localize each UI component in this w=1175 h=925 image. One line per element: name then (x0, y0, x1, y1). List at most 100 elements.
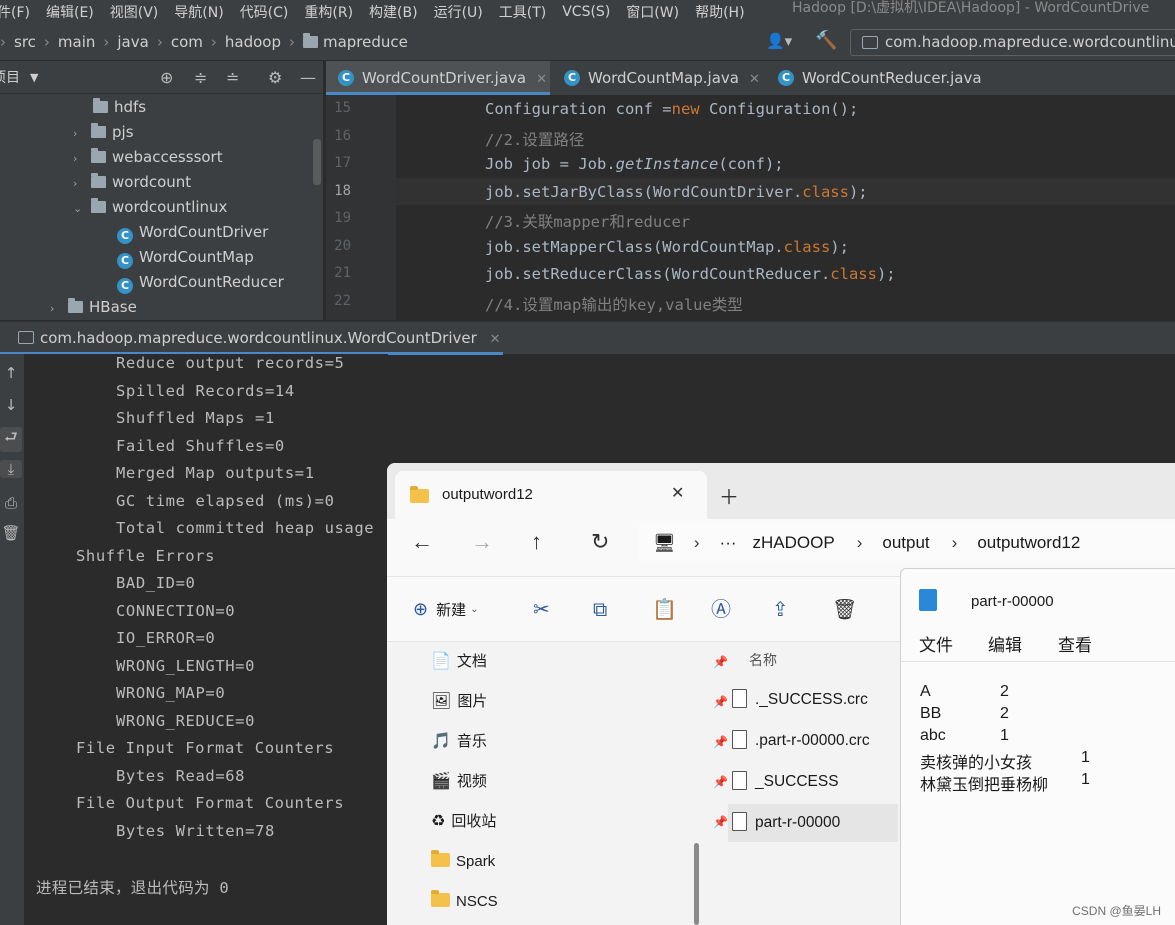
close-icon[interactable]: ✕ (671, 483, 684, 503)
new-button[interactable]: ⊕ 新建 ⌄ (413, 599, 479, 620)
minimize-icon[interactable]: — (300, 68, 316, 87)
breadcrumb-item[interactable]: mapreduce (323, 33, 408, 51)
code-editor[interactable]: 15 16 17 18 19 20 21 22 Configuration co… (326, 95, 1175, 320)
menu-item[interactable]: 帮助(H) (695, 2, 744, 22)
menu-item[interactable]: 视图(V) (110, 2, 159, 22)
chevron-icon[interactable]: › (50, 296, 62, 321)
new-tab-icon[interactable]: ＋ (719, 481, 739, 510)
menu-item[interactable]: 工具(T) (499, 2, 546, 22)
menu-item[interactable]: 编辑(E) (46, 2, 94, 22)
tree-item[interactable]: › pjs (73, 120, 134, 145)
file-item[interactable]: part-r-00000 (728, 804, 898, 842)
sidebar-item[interactable]: NSCS (431, 882, 498, 922)
menu-item[interactable]: 件(F) (0, 2, 30, 22)
close-icon[interactable]: ✕ (490, 332, 501, 347)
user-icon[interactable]: 👤▾ (766, 32, 792, 50)
print-icon[interactable]: ⎙ (0, 494, 22, 512)
menu-item[interactable]: VCS(S) (562, 4, 610, 20)
path-segment[interactable]: output (882, 533, 929, 553)
menu-item[interactable]: 窗口(W) (626, 2, 679, 22)
pin-icon[interactable]: 📌 (713, 722, 728, 762)
menu-item[interactable]: 运行(U) (434, 2, 483, 22)
sidebar-scrollbar[interactable] (694, 843, 699, 925)
column-header-name[interactable]: 名称 (749, 650, 777, 670)
paste-icon[interactable]: 📋 (652, 599, 677, 621)
tab-wordcountreducer[interactable]: C WordCountReducer.java (766, 61, 1006, 95)
tree-item[interactable]: hdfs (93, 95, 146, 120)
breadcrumb-item[interactable]: hadoop (225, 33, 281, 51)
menu-file[interactable]: 文件 (919, 631, 953, 656)
cut-icon[interactable]: ✂ (533, 599, 550, 621)
tree-item[interactable]: C WordCountMap (117, 245, 254, 270)
sidebar-item[interactable]: 🎵 音乐 📌 (431, 722, 728, 762)
menu-item[interactable]: 代码(C) (240, 2, 289, 22)
up-icon[interactable]: ↑ (531, 531, 542, 553)
run-configuration-selector[interactable]: com.hadoop.mapreduce.wordcountlinux (850, 29, 1175, 56)
arrow-down-icon[interactable]: ↓ (0, 396, 22, 414)
tree-item-label: wordcountlinux (112, 198, 228, 216)
file-item[interactable]: _SUCCESS (732, 763, 839, 801)
locate-icon[interactable]: ⊕ (160, 68, 173, 87)
tree-item[interactable]: › HBase (50, 295, 137, 320)
gear-icon[interactable]: ⚙ (268, 68, 282, 87)
line-number: 18 (334, 183, 351, 199)
arrow-up-icon[interactable]: ↑ (0, 364, 22, 382)
sidebar-item[interactable]: 📄 文档 📌 (431, 642, 728, 682)
back-icon[interactable]: ← (411, 531, 433, 553)
project-view-label[interactable]: 项目 (0, 67, 20, 87)
explorer-tab[interactable]: outputword12 ✕ (395, 471, 707, 519)
project-scrollbar[interactable] (313, 139, 321, 185)
pin-icon[interactable]: 📌 (713, 642, 728, 682)
tree-item[interactable]: › wordcount (73, 170, 191, 195)
tab-run-wordcountdriver[interactable]: com.hadoop.mapreduce.wordcountlinux.Word… (0, 322, 503, 355)
chevron-icon[interactable]: › (73, 146, 85, 171)
breadcrumb-item[interactable]: com (171, 33, 203, 51)
pin-icon[interactable]: 📌 (713, 802, 728, 842)
refresh-icon[interactable]: ↻ (591, 531, 609, 553)
trash-icon[interactable]: 🗑 (0, 524, 22, 542)
path-segment[interactable]: ··· (720, 533, 737, 553)
delete-icon[interactable]: 🗑 (832, 599, 857, 621)
path-segment[interactable]: zHADOOP (753, 533, 835, 553)
tab-wordcountmap[interactable]: C WordCountMap.java ✕ (552, 61, 764, 95)
copy-icon[interactable]: ⧉ (593, 599, 607, 621)
build-hammer-icon[interactable]: 🔨 (815, 32, 837, 50)
close-icon[interactable]: ✕ (749, 72, 760, 87)
sidebar-item[interactable]: 🖼 图片 📌 (431, 682, 728, 722)
file-item[interactable]: ._SUCCESS.crc (732, 681, 868, 719)
console-output[interactable]: Reduce output records=5 Spilled Records=1… (24, 354, 388, 925)
tab-wordcountdriver[interactable]: C WordCountDriver.java ✕ (326, 61, 550, 95)
address-bar[interactable]: 🖥 › ··· zHADOOP › output › outputword12 (639, 523, 1175, 563)
scroll-to-end-icon[interactable]: ⤓ (0, 460, 22, 478)
path-segment[interactable]: outputword12 (977, 533, 1080, 553)
tree-item[interactable]: C WordCountDriver (117, 220, 268, 245)
breadcrumb-item[interactable]: main (58, 33, 95, 51)
sidebar-item[interactable]: 🎬 视频 📌 (431, 762, 728, 802)
sidebar-item[interactable]: ♻ 回收站 📌 (431, 802, 728, 842)
menu-item[interactable]: 重构(R) (304, 2, 353, 22)
breadcrumb-item[interactable]: src (14, 33, 36, 51)
pin-icon[interactable]: 📌 (713, 762, 728, 802)
menu-edit[interactable]: 编辑 (988, 631, 1022, 656)
tree-item[interactable]: ⌄ wordcountlinux (73, 195, 227, 220)
menu-view[interactable]: 查看 (1058, 631, 1092, 656)
soft-wrap-icon[interactable]: ⮐ (0, 427, 22, 452)
pin-icon[interactable]: 📌 (713, 682, 728, 722)
menu-item[interactable]: 导航(N) (174, 2, 223, 22)
expand-all-icon[interactable]: ≑ (194, 68, 207, 87)
sidebar-item[interactable]: Spark (431, 842, 495, 882)
breadcrumb-item[interactable]: java (117, 33, 148, 51)
close-icon[interactable]: ✕ (536, 72, 547, 87)
chevron-icon[interactable]: › (73, 121, 85, 146)
forward-icon[interactable]: → (471, 531, 493, 553)
file-item[interactable]: .part-r-00000.crc (732, 722, 870, 760)
chevron-down-icon[interactable]: ▼ (30, 71, 38, 84)
tree-item[interactable]: › webaccesssort (73, 145, 223, 170)
chevron-icon[interactable]: ⌄ (73, 196, 85, 221)
menu-item[interactable]: 构建(B) (369, 2, 418, 22)
tree-item[interactable]: C WordCountReducer (117, 270, 284, 295)
rename-icon[interactable]: Ⓐ (711, 599, 731, 621)
share-icon[interactable]: ⇪ (772, 599, 789, 621)
chevron-icon[interactable]: › (73, 171, 85, 196)
collapse-all-icon[interactable]: ≐ (226, 68, 239, 87)
